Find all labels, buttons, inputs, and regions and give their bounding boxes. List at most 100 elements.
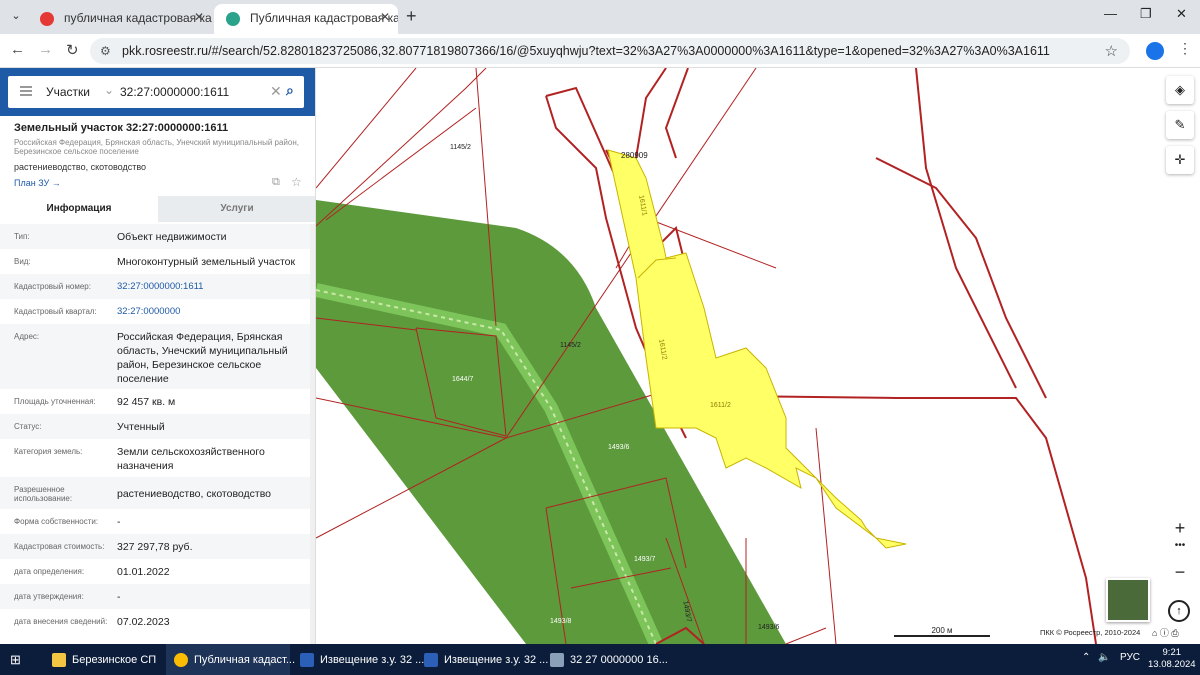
field-value: - bbox=[117, 591, 121, 603]
ruler-icon[interactable]: ✎ bbox=[1166, 111, 1194, 139]
taskbar-app[interactable]: 32 27 0000000 16... bbox=[542, 644, 670, 675]
list-item: Кадастровая стоимость: 327 297,78 руб. bbox=[0, 534, 310, 559]
app-title: Извещение з.у. 32 ... bbox=[444, 653, 549, 666]
field-label: Кадастровая стоимость: bbox=[14, 542, 105, 551]
search-box: Участки ⌄ 32:27:0000000:1611 ✕ ⌕ bbox=[8, 76, 304, 108]
compass-icon[interactable]: ↑ bbox=[1168, 600, 1190, 622]
field-label: Кадастровый квартал: bbox=[14, 307, 97, 316]
list-item: Площадь уточненная: 92 457 кв. м bbox=[0, 389, 310, 414]
browser-tabbar: ⌄ публичная кадастровая карта ✕ Публична… bbox=[0, 0, 1200, 34]
word-icon bbox=[300, 653, 314, 667]
more-dots-icon[interactable]: ••• bbox=[1168, 540, 1192, 551]
list-item: Категория земель: Земли сельскохозяйстве… bbox=[0, 439, 310, 477]
tray-chevron-icon[interactable]: ⌃ bbox=[1082, 652, 1090, 663]
windows-start-icon[interactable]: ⊞ bbox=[10, 652, 21, 668]
map-label: 1493/8 bbox=[550, 618, 572, 625]
clock-time: 9:21 bbox=[1162, 647, 1182, 658]
menu-icon[interactable] bbox=[20, 86, 32, 96]
field-value: растениеводство, скотоводство bbox=[117, 488, 272, 500]
browser-tab-1[interactable]: публичная кадастровая карта ✕ bbox=[28, 4, 212, 34]
object-use: растениеводство, скотоводство bbox=[14, 162, 147, 172]
field-value: Российская Федерация, Брянская область, … bbox=[117, 331, 288, 385]
folder-icon bbox=[52, 653, 66, 667]
info-tabs: Информация Услуги bbox=[0, 196, 315, 222]
field-label: Вид: bbox=[14, 257, 31, 266]
cadastral-number-link[interactable]: 32:27:0000000:1611 bbox=[117, 280, 297, 294]
close-icon[interactable]: ✕ bbox=[380, 10, 390, 24]
map-label: 1493/6 bbox=[758, 624, 780, 631]
language-indicator[interactable]: РУС bbox=[1120, 652, 1140, 663]
info-panel: Участки ⌄ 32:27:0000000:1611 ✕ ⌕ ‹ Земел… bbox=[0, 68, 316, 644]
field-label: дата утверждения: bbox=[14, 592, 84, 601]
bookmark-star-icon[interactable]: ☆ bbox=[1105, 42, 1118, 60]
app-title: 32 27 0000000 16... bbox=[570, 653, 668, 666]
tab-title: публичная кадастровая карта bbox=[64, 11, 212, 25]
map-canvas[interactable] bbox=[316, 68, 1200, 644]
field-value: Учтенный bbox=[117, 421, 165, 433]
reload-icon[interactable]: ↻ bbox=[66, 41, 79, 59]
taskbar-app[interactable]: Извещение з.у. 32 ... bbox=[416, 644, 548, 675]
clear-icon[interactable]: ✕ bbox=[270, 83, 282, 100]
field-value: - bbox=[117, 516, 121, 528]
browser-toolbar: ← → ↻ ⚙ pkk.rosreestr.ru/#/search/52.828… bbox=[0, 34, 1200, 68]
list-item: Адрес: Российская Федерация, Брянская об… bbox=[0, 324, 310, 389]
list-item: Разрешенное использование: растениеводст… bbox=[0, 477, 310, 509]
clock[interactable]: 9:21 13.08.2024 bbox=[1148, 647, 1196, 671]
volume-icon[interactable]: 🔈 bbox=[1098, 652, 1110, 663]
field-label: Статус: bbox=[14, 422, 42, 431]
locate-icon[interactable]: ✛ bbox=[1166, 146, 1194, 174]
zoom-to-object-icon[interactable]: ⧉ bbox=[272, 176, 280, 189]
maximize-icon[interactable]: ❐ bbox=[1140, 6, 1152, 22]
yandex-favicon-icon bbox=[40, 12, 54, 26]
forward-icon[interactable]: → bbox=[38, 41, 53, 58]
close-icon[interactable]: ✕ bbox=[194, 10, 204, 24]
scale-bar: 200 м bbox=[894, 626, 990, 637]
field-value: 92 457 кв. м bbox=[117, 396, 176, 408]
viewer-icon bbox=[550, 653, 564, 667]
cadastral-map[interactable]: 1145/2 1145/2 280909 1611/1 1611/2 1611/… bbox=[316, 68, 1200, 644]
clock-date: 13.08.2024 bbox=[1148, 659, 1196, 670]
field-label: дата внесения сведений: bbox=[14, 617, 108, 626]
minimize-icon[interactable]: — bbox=[1104, 6, 1117, 21]
list-item: Вид: Многоконтурный земельный участок bbox=[0, 249, 310, 274]
profile-avatar[interactable] bbox=[1146, 42, 1164, 60]
tab-info[interactable]: Информация bbox=[0, 196, 158, 222]
search-type-select[interactable]: Участки bbox=[46, 85, 90, 99]
search-input[interactable]: 32:27:0000000:1611 bbox=[120, 85, 229, 99]
back-icon[interactable]: ← bbox=[10, 41, 25, 58]
chrome-icon bbox=[174, 653, 188, 667]
map-label: 1493/7 bbox=[634, 556, 656, 563]
list-item: Кадастровый квартал: 32:27:0000000 bbox=[0, 299, 310, 324]
site-info-icon[interactable]: ⚙ bbox=[100, 44, 111, 58]
chevron-down-icon[interactable]: ⌄ bbox=[104, 83, 114, 97]
layers-icon[interactable]: ◈ bbox=[1166, 76, 1194, 104]
field-value: 01.01.2022 bbox=[117, 566, 170, 578]
address-bar[interactable]: ⚙ pkk.rosreestr.ru/#/search/52.828018237… bbox=[90, 38, 1130, 64]
zoom-in-button[interactable]: + bbox=[1168, 518, 1192, 539]
footer-icons[interactable]: ⌂ ⓘ ⎙ bbox=[1152, 626, 1179, 639]
taskbar-app[interactable]: Березинское СП bbox=[44, 644, 164, 675]
favorite-star-icon[interactable]: ☆ bbox=[291, 175, 302, 189]
field-label: Разрешенное использование: bbox=[14, 485, 73, 503]
field-label: Адрес: bbox=[14, 332, 40, 341]
list-item: дата внесения сведений: 07.02.2023 bbox=[0, 609, 310, 634]
zoom-out-button[interactable]: − bbox=[1168, 562, 1192, 583]
new-tab-button[interactable]: + bbox=[406, 6, 417, 27]
taskbar-app[interactable]: Извещение з.у. 32 ... bbox=[292, 644, 424, 675]
field-value: Многоконтурный земельный участок bbox=[117, 256, 296, 268]
tab-services[interactable]: Услуги bbox=[158, 196, 315, 222]
list-item: Кадастровый номер: 32:27:0000000:1611 bbox=[0, 274, 310, 299]
browser-tab-2[interactable]: Публичная кадастровая карта ✕ bbox=[214, 4, 398, 34]
map-label: 1145/2 bbox=[450, 144, 471, 151]
basemap-switch[interactable] bbox=[1106, 578, 1150, 622]
map-label: 1145/2 bbox=[560, 342, 581, 349]
map-label: 1611/2 bbox=[710, 402, 731, 409]
cadastral-quarter-link[interactable]: 32:27:0000000 bbox=[117, 305, 297, 319]
plan-link[interactable]: План ЗУ → bbox=[14, 178, 61, 188]
close-window-icon[interactable]: ✕ bbox=[1176, 6, 1187, 22]
menu-dots-icon[interactable]: ⋮ bbox=[1178, 40, 1192, 57]
taskbar-app[interactable]: Публичная кадаст... bbox=[166, 644, 295, 675]
tab-search-icon[interactable]: ⌄ bbox=[6, 6, 26, 26]
search-icon[interactable]: ⌕ bbox=[286, 82, 294, 99]
field-label: дата определения: bbox=[14, 567, 85, 576]
